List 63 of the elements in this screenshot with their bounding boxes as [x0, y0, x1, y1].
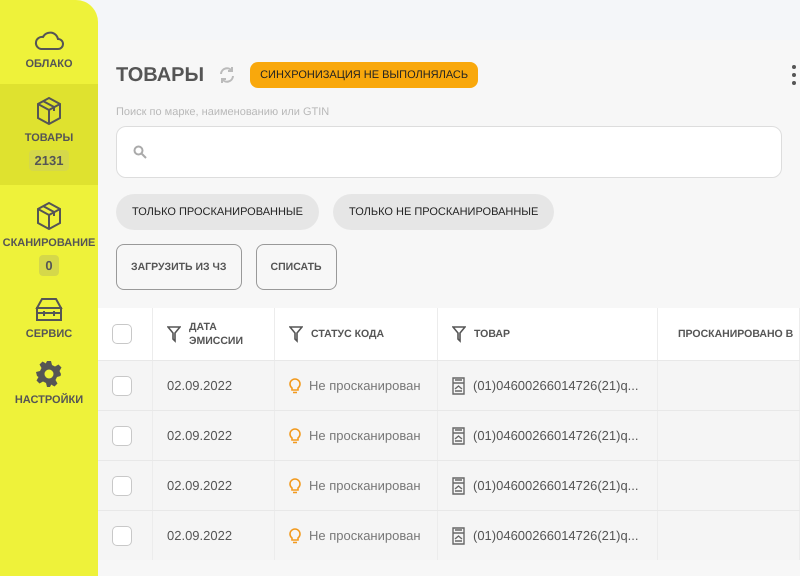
status-cell: Не просканирован: [309, 378, 421, 393]
row-checkbox[interactable]: [112, 476, 132, 496]
date-cell: 02.09.2022: [167, 528, 232, 543]
product-cell: (01)04600266014726(21)q...: [473, 428, 639, 443]
action-button[interactable]: СПИСАТЬ: [256, 244, 337, 290]
more-icon[interactable]: [792, 64, 796, 86]
filter-chip[interactable]: ТОЛЬКО НЕ ПРОСКАНИРОВАННЫЕ: [333, 194, 554, 230]
row-checkbox[interactable]: [112, 376, 132, 396]
gear-icon: [35, 360, 63, 388]
date-cell: 02.09.2022: [167, 478, 232, 493]
box-icon: [35, 201, 63, 231]
pack-icon: [452, 476, 465, 494]
sidebar-item[interactable]: НАСТРОЙКИ: [0, 354, 98, 420]
page-title: ТОВАРЫ: [116, 64, 204, 86]
sidebar-item[interactable]: ТОВАРЫ 2131: [0, 84, 98, 185]
date-cell: 02.09.2022: [167, 428, 232, 443]
pack-icon: [452, 526, 465, 544]
sidebar-item[interactable]: ОБЛАКО: [0, 22, 98, 84]
sidebar-label: ОБЛАКО: [25, 58, 73, 70]
column-header: ТОВАР: [474, 328, 510, 340]
column-header: ПРОСКАНИРОВАНО В: [678, 328, 794, 340]
status-cell: Не просканирован: [309, 528, 421, 543]
sidebar-label: СЕРВИС: [26, 328, 72, 340]
lightbulb-icon: [289, 527, 301, 544]
pack-icon: [452, 426, 465, 444]
select-all-checkbox[interactable]: [112, 324, 132, 344]
lightbulb-icon: [289, 477, 301, 494]
filter-icon[interactable]: [452, 325, 466, 343]
filter-icon[interactable]: [167, 325, 181, 343]
lightbulb-icon: [289, 427, 301, 444]
sidebar-label: НАСТРОЙКИ: [14, 394, 84, 406]
column-header: СТАТУС КОДА: [311, 328, 384, 340]
table-row[interactable]: 02.09.2022 Не просканирован (01)04600266014726(21)q...: [98, 360, 800, 410]
product-cell: (01)04600266014726(21)q...: [473, 378, 639, 393]
pack-icon: [452, 376, 465, 394]
sidebar-item[interactable]: СКАНИРОВАНИЕ 0: [0, 195, 98, 290]
status-cell: Не просканирован: [309, 478, 421, 493]
lightbulb-icon: [289, 377, 301, 394]
search-field[interactable]: [116, 126, 782, 178]
sidebar-label: СКАНИРОВАНИЕ: [2, 237, 96, 249]
row-checkbox[interactable]: [112, 426, 132, 446]
product-cell: (01)04600266014726(21)q...: [473, 528, 639, 543]
count-badge: 2131: [28, 150, 70, 171]
sync-status-badge: СИНХРОНИЗАЦИЯ НЕ ВЫПОЛНЯЛАСЬ: [250, 62, 478, 88]
date-cell: 02.09.2022: [167, 378, 232, 393]
box-icon: [35, 96, 63, 126]
sync-icon[interactable]: [218, 66, 236, 84]
row-checkbox[interactable]: [112, 526, 132, 546]
filter-chip[interactable]: ТОЛЬКО ПРОСКАНИРОВАННЫЕ: [116, 194, 320, 230]
sidebar-label: ТОВАРЫ: [24, 132, 74, 144]
toolbox-icon: [33, 296, 65, 322]
action-button[interactable]: ЗАГРУЗИТЬ ИЗ ЧЗ: [116, 244, 242, 290]
filter-icon[interactable]: [289, 325, 303, 343]
table-row[interactable]: 02.09.2022 Не просканирован (01)04600266014726(21)q...: [98, 460, 800, 510]
table-row[interactable]: 02.09.2022 Не просканирован (01)04600266014726(21)q...: [98, 510, 800, 560]
count-badge: 0: [39, 255, 59, 276]
table-row[interactable]: 02.09.2022 Не просканирован (01)04600266014726(21)q...: [98, 410, 800, 460]
search-icon: [133, 145, 147, 159]
product-cell: (01)04600266014726(21)q...: [473, 478, 639, 493]
sidebar-item[interactable]: СЕРВИС: [0, 290, 98, 354]
column-header: ДАТА ЭМИССИИ: [189, 320, 244, 348]
status-cell: Не просканирован: [309, 428, 421, 443]
search-label: Поиск по марке, наименованию или GTIN: [116, 106, 330, 118]
